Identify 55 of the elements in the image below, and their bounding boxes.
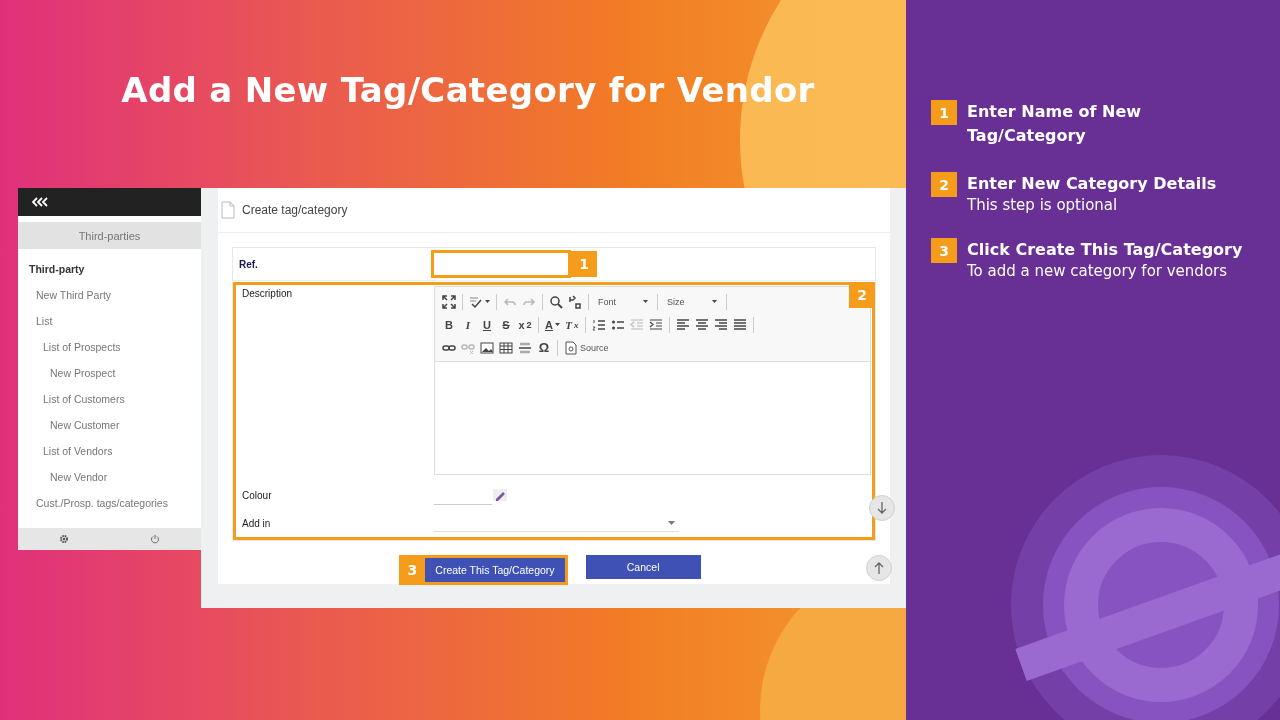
step-title: Enter New Category Details bbox=[967, 173, 1217, 195]
field-label: Ref. bbox=[238, 258, 259, 270]
step-number-badge: 1 bbox=[571, 251, 597, 277]
power-icon[interactable] bbox=[150, 534, 161, 544]
toolbar-button[interactable]: B bbox=[441, 315, 457, 334]
toolbar-dropdown[interactable]: Font bbox=[594, 292, 652, 311]
form-title: Create tag/category bbox=[242, 203, 348, 217]
step-title: Click Create This Tag/Category bbox=[967, 239, 1243, 261]
caret-icon bbox=[554, 323, 560, 326]
field-label: Add in bbox=[241, 517, 272, 529]
step-description: To add a new category for vendors bbox=[967, 262, 1229, 280]
settings-icon[interactable] bbox=[58, 534, 69, 544]
maximize-icon[interactable] bbox=[441, 292, 457, 311]
sidebar-link[interactable]: New Third Party bbox=[18, 282, 201, 308]
dropdown-caret-icon bbox=[668, 520, 675, 525]
spellcheck-icon bbox=[469, 294, 483, 309]
step-number-badge: 2 bbox=[849, 282, 875, 308]
toolbar-dropdown[interactable]: Size bbox=[663, 292, 721, 311]
color-picker-icon[interactable] bbox=[492, 488, 508, 502]
sidebar-link[interactable]: New Vendor bbox=[18, 464, 201, 490]
document-icon bbox=[221, 201, 235, 219]
field-label: Colour bbox=[241, 489, 273, 501]
source-button[interactable]: Source bbox=[563, 338, 610, 357]
sidebar-link[interactable]: List of Prospects bbox=[18, 334, 201, 360]
caret-icon bbox=[485, 300, 490, 303]
up-arrow-icon bbox=[874, 561, 884, 575]
step-number-badge: 3 bbox=[931, 238, 957, 263]
down-arrow-icon bbox=[877, 501, 887, 515]
field-label: Description bbox=[241, 287, 294, 299]
sidebar-link[interactable]: List of Vendors bbox=[18, 438, 201, 464]
slide-title: Add a New Tag/Category for Vendor bbox=[120, 69, 816, 110]
replace-icon[interactable] bbox=[567, 292, 583, 311]
toolbar-button[interactable]: U bbox=[479, 315, 495, 334]
toolbar-button[interactable]: S bbox=[498, 315, 514, 334]
create-button[interactable]: Create This Tag/Category bbox=[425, 558, 565, 582]
sidebar-link[interactable]: New Prospect bbox=[18, 360, 201, 386]
sidebar-link[interactable]: New Customer bbox=[18, 412, 201, 438]
step-number-badge: 1 bbox=[931, 100, 957, 125]
caret-icon bbox=[712, 300, 717, 303]
toolbar-button[interactable]: A bbox=[544, 315, 561, 334]
toolbar-button[interactable]: Ω bbox=[536, 338, 552, 357]
sidebar-heading[interactable]: Third-party bbox=[18, 256, 201, 282]
sidebar-link[interactable]: List bbox=[18, 308, 201, 334]
document-icon bbox=[564, 340, 578, 355]
step-number-badge: 2 bbox=[931, 172, 957, 197]
caret-icon bbox=[643, 300, 648, 303]
collapse-chevrons-icon[interactable] bbox=[32, 197, 48, 207]
toolbar-button[interactable]: I bbox=[460, 315, 476, 334]
ref-input-field[interactable] bbox=[431, 250, 571, 278]
step-title: Enter Name of New Tag/Category bbox=[967, 101, 1143, 147]
cancel-button[interactable]: Cancel bbox=[585, 555, 701, 579]
sidebar-link[interactable]: List of Customers bbox=[18, 386, 201, 412]
step-description: This step is optional bbox=[967, 196, 1119, 214]
sidebar-link[interactable]: Cust./Prosp. tags/categories bbox=[18, 490, 201, 516]
sidebar-section-title: Third-parties bbox=[18, 222, 201, 249]
